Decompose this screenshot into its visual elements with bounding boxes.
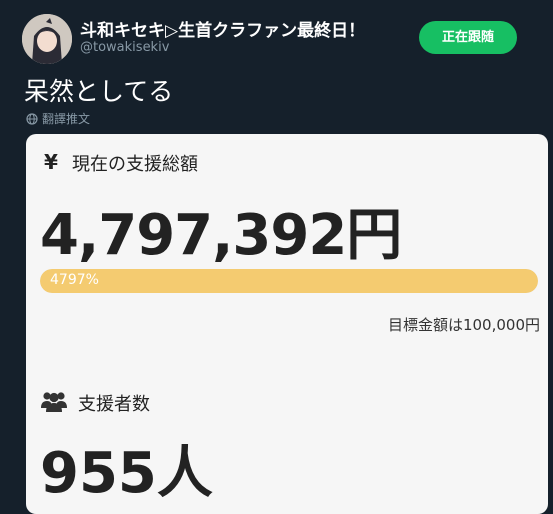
translate-label[interactable]: 翻譯推文 [42, 110, 90, 127]
translate-tweet-link[interactable]: 翻譯推文 [26, 110, 90, 127]
goal-amount-text: 目標金額は100,000円 [387, 316, 540, 334]
total-funding-amount: 4,797,392円 [40, 203, 402, 268]
users-icon [41, 392, 67, 412]
following-button[interactable]: 正在跟随 [419, 21, 517, 54]
funding-card-image[interactable]: ¥ 現在の支援総額 4,797,392円 4797% 目標金額は100,000円… [26, 134, 548, 514]
total-funding-label: 現在の支援総額 [72, 154, 198, 175]
author-name[interactable]: 斗和キセキ▷生首クラファン最終日！ [80, 16, 365, 41]
tweet-header: 斗和キセキ▷生首クラファン最終日！ @towakisekiv 正在跟随 [0, 0, 553, 70]
progress-percent: 4797% [50, 272, 99, 288]
supporters-count: 955人 [40, 441, 213, 506]
supporters-label: 支援者数 [78, 394, 150, 415]
funding-progress-bar: 4797% [40, 269, 538, 293]
avatar[interactable] [22, 14, 72, 64]
tweet-text: 呆然としてる [24, 77, 174, 106]
anime-avatar-icon [22, 14, 72, 64]
author-handle[interactable]: @towakisekiv [80, 40, 169, 55]
progress-fill [40, 269, 538, 293]
yen-icon: ¥ [44, 150, 58, 174]
globe-icon [26, 112, 38, 125]
